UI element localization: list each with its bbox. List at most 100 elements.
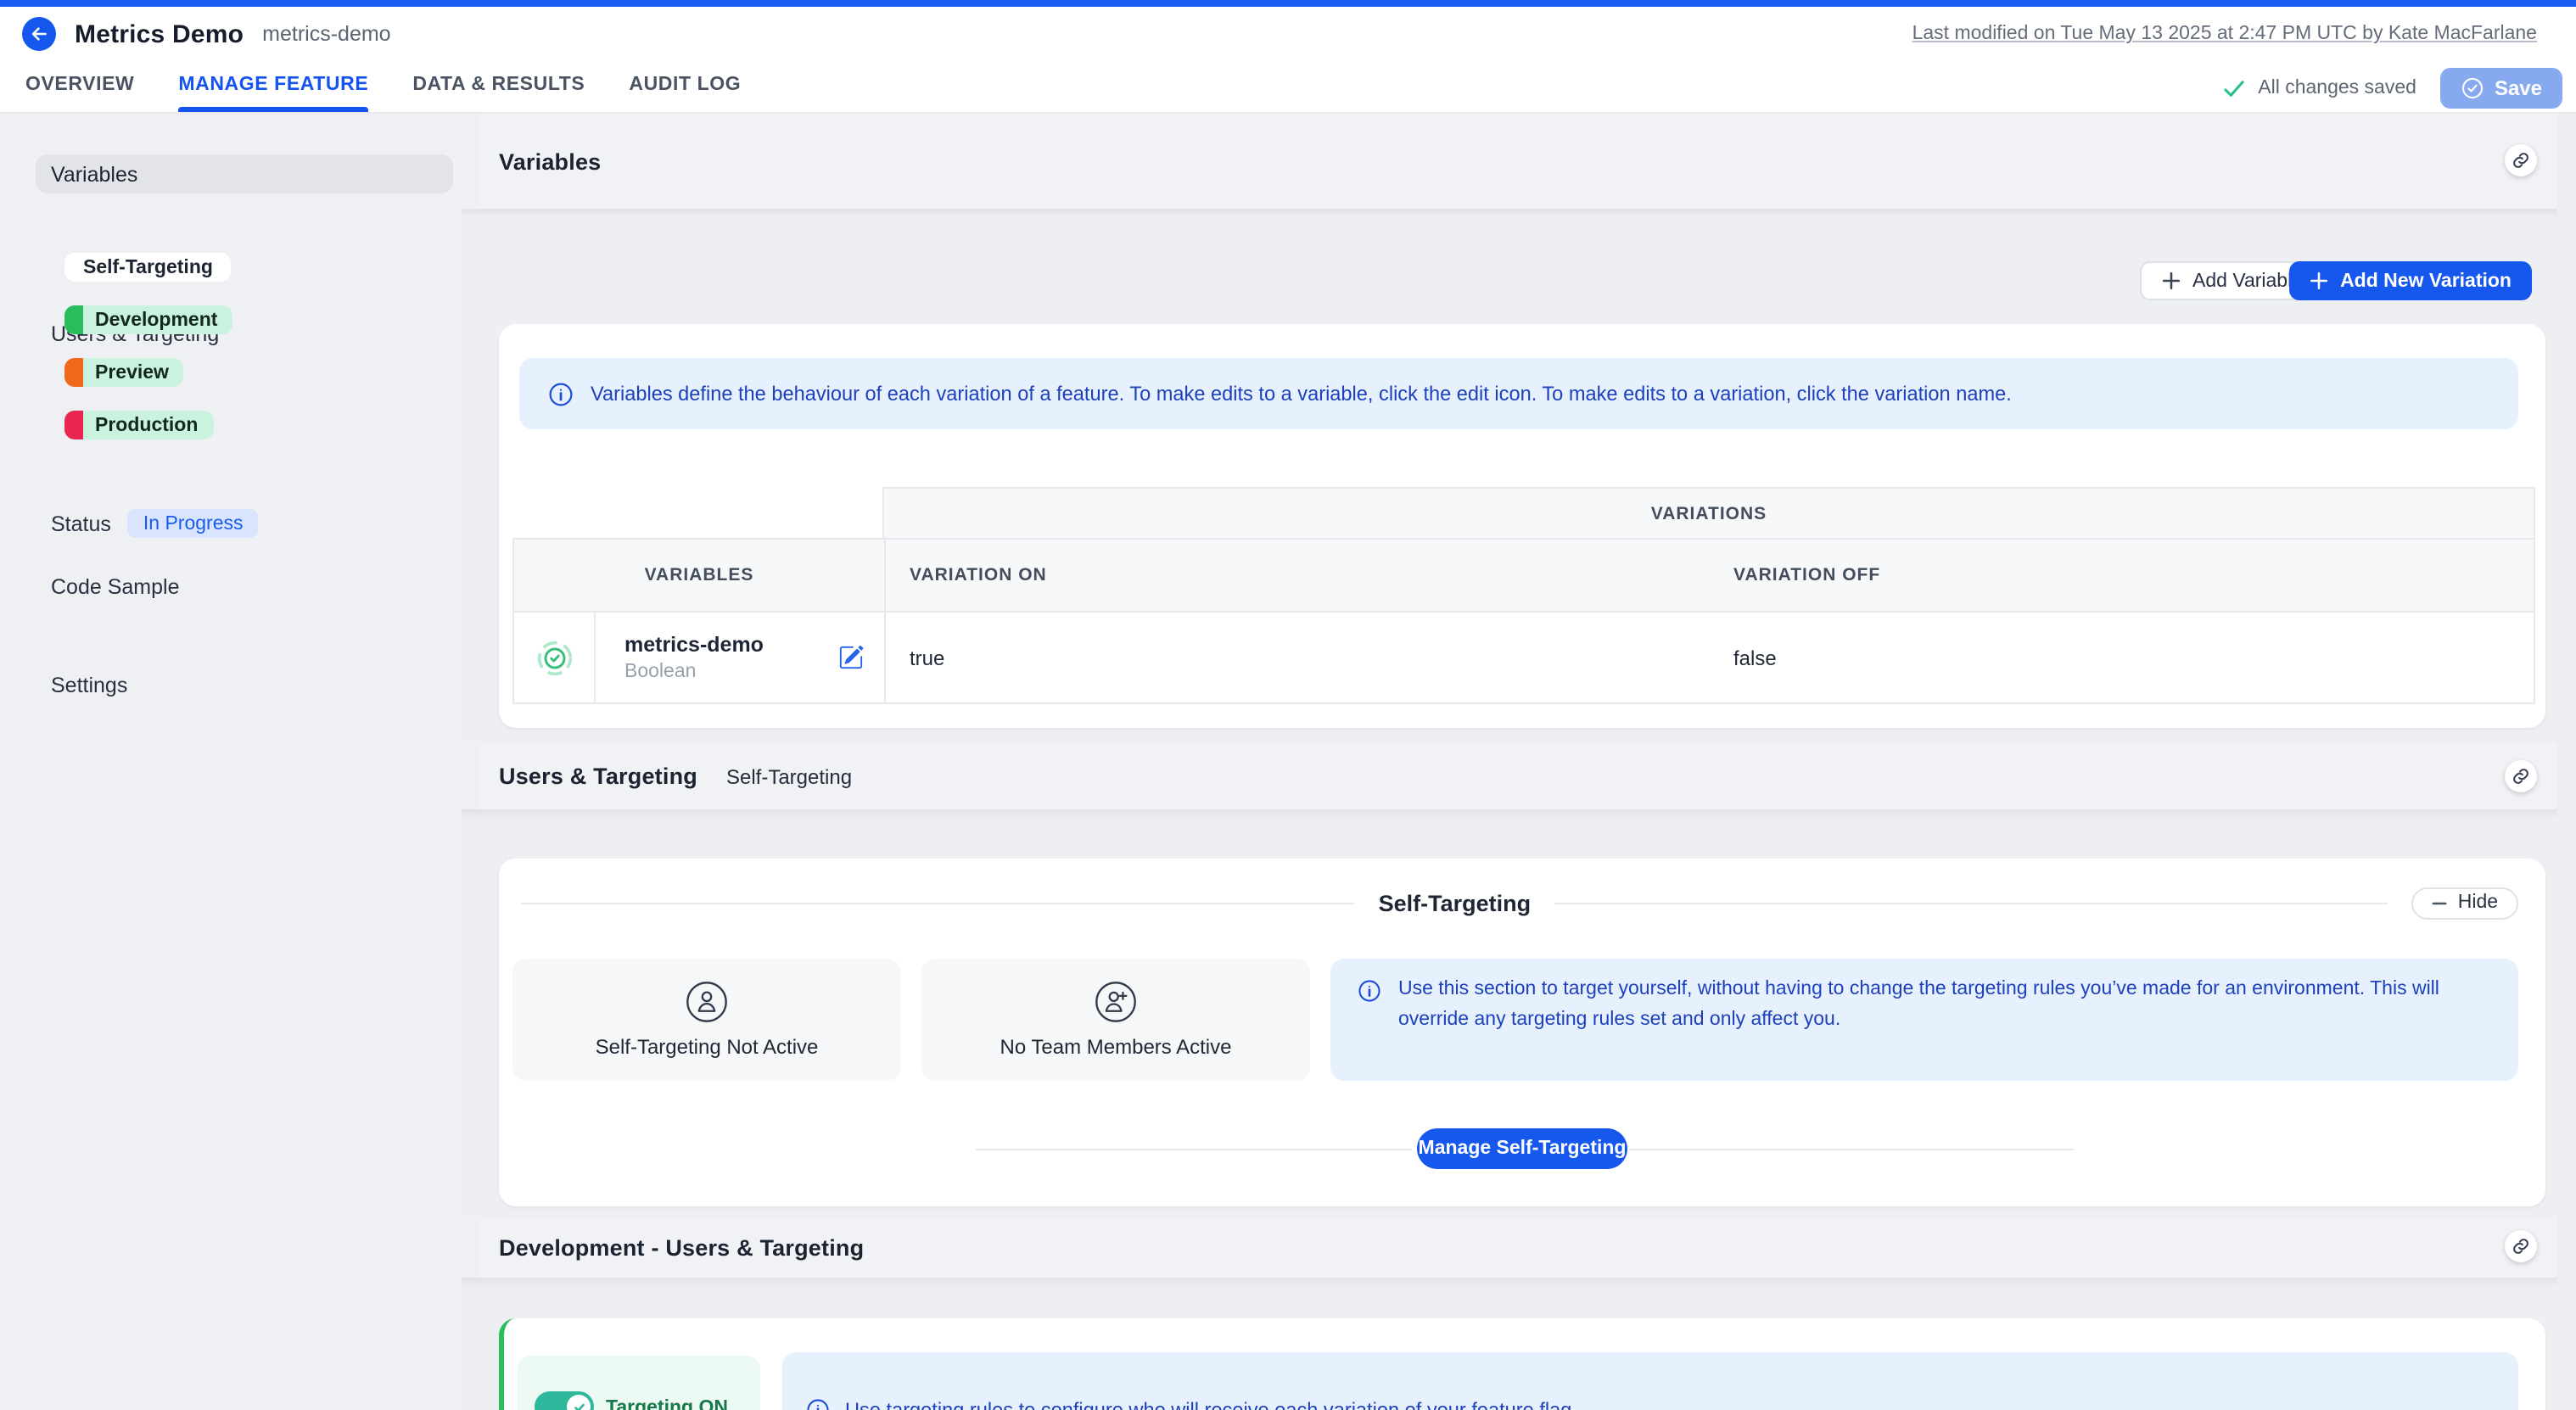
variation-off-header-cell: VARIATION OFF (1710, 540, 2534, 611)
status-label: Status (51, 512, 111, 535)
variables-copy-link-button[interactable] (2505, 144, 2537, 176)
targeting-info-text: Use targeting rules to configure who wil… (845, 1396, 1577, 1410)
variation-on-header-cell: VARIATION ON (884, 540, 1710, 611)
variables-info-text: Variables define the behaviour of each v… (591, 379, 2012, 408)
self-targeting-info-text: Use this section to target yourself, wit… (1398, 976, 2484, 1035)
page-header: Metrics Demo metrics-demo Last modified … (0, 7, 2576, 114)
sidebar-item-code-sample[interactable]: Code Sample (51, 575, 180, 599)
plus-icon (2310, 271, 2328, 290)
title-row: Metrics Demo metrics-demo (22, 17, 391, 51)
table-header-row: VARIABLES VARIATION ON VARIATION OFF (512, 538, 2535, 613)
targeting-status-box: Targeting ON (518, 1356, 760, 1410)
development-section-body: Targeting ON Use targeting rules to conf… (462, 1278, 2576, 1410)
manage-self-targeting-button[interactable]: Manage Self-Targeting (1417, 1128, 1627, 1169)
divider-line (976, 1149, 1412, 1150)
users-targeting-section-title: Users & Targeting (499, 764, 697, 789)
preview-label: Preview (83, 362, 184, 383)
hide-button[interactable]: Hide (2412, 887, 2518, 919)
tab-overview[interactable]: OVERVIEW (25, 75, 134, 112)
feature-key: metrics-demo (262, 22, 390, 46)
top-accent-bar (0, 0, 2576, 7)
info-icon (1358, 976, 1381, 1003)
info-icon (548, 381, 574, 406)
development-copy-link-button[interactable] (2505, 1230, 2537, 1262)
variable-status-cell (514, 613, 596, 702)
team-status-label: No Team Members Active (1000, 1035, 1232, 1059)
self-status-card: Self-Targeting Not Active (512, 959, 901, 1081)
tab-bar: OVERVIEW MANAGE FEATURE DATA & RESULTS A… (25, 75, 741, 112)
variable-identity: metrics-demo Boolean (624, 632, 764, 683)
sidebar-item-variables[interactable]: Variables (36, 154, 453, 193)
circled-check-icon (2461, 76, 2484, 100)
development-label: Development (83, 310, 232, 330)
variable-released-icon (535, 639, 573, 676)
plus-icon (2162, 271, 2181, 290)
link-icon (2512, 1237, 2530, 1256)
save-area: All changes saved Save (2222, 68, 2562, 109)
tab-manage-feature[interactable]: MANAGE FEATURE (178, 75, 368, 112)
info-icon (806, 1396, 830, 1410)
preview-color-bar (64, 358, 83, 387)
sidebar-item-settings[interactable]: Settings (51, 674, 127, 697)
self-status-label: Self-Targeting Not Active (596, 1035, 819, 1059)
variation-on-value: true (884, 613, 1710, 702)
variables-section-header: Variables (479, 114, 2576, 209)
development-section-title: Development - Users & Targeting (499, 1234, 864, 1260)
development-title-row: Development - Users & Targeting (499, 1217, 864, 1278)
status-badge: In Progress (128, 509, 259, 538)
development-section-header: Development - Users & Targeting (479, 1217, 2576, 1278)
save-status-text: All changes saved (2258, 78, 2416, 98)
variables-header-cell: VARIABLES (514, 540, 884, 611)
team-status-card: No Team Members Active (921, 959, 1310, 1081)
variable-name: metrics-demo (624, 632, 764, 657)
divider-line (521, 902, 1355, 904)
self-targeting-panel-header: Self-Targeting Hide (521, 886, 2518, 920)
back-button[interactable] (22, 17, 56, 51)
divider-line (1554, 902, 2388, 904)
variables-section-body: Add Variable Add New Variation Variables… (462, 209, 2576, 743)
divider-line (1629, 1149, 2074, 1150)
sidebar-status-row[interactable]: Status In Progress (51, 509, 259, 538)
add-new-variation-button[interactable]: Add New Variation (2289, 261, 2532, 300)
tab-audit-log[interactable]: AUDIT LOG (629, 75, 741, 112)
vertical-scrollbar[interactable] (2557, 114, 2576, 1410)
variables-card: Variables define the behaviour of each v… (499, 324, 2545, 728)
production-color-bar (64, 411, 83, 439)
sidebar-env-preview[interactable]: Preview (64, 358, 184, 387)
edit-pencil-icon (838, 645, 864, 670)
targeting-info-banner: Use targeting rules to configure who wil… (782, 1352, 2518, 1410)
variables-section-title: Variables (499, 148, 601, 174)
variations-span-row: VARIATIONS (512, 487, 2535, 538)
link-icon (2512, 767, 2530, 786)
hide-button-label: Hide (2458, 892, 2498, 913)
self-targeting-panel-title: Self-Targeting (1379, 890, 1532, 915)
save-button-label: Save (2495, 76, 2542, 100)
variations-header-cell: VARIATIONS (882, 487, 2535, 538)
development-targeting-card: Targeting ON Use targeting rules to conf… (499, 1318, 2545, 1410)
person-icon (686, 981, 728, 1023)
development-color-bar (64, 305, 83, 334)
toggle-knob (567, 1395, 591, 1410)
last-modified-text[interactable]: Last modified on Tue May 13 2025 at 2:47… (1912, 24, 2537, 44)
app-root: Metrics Demo metrics-demo Last modified … (0, 0, 2576, 1410)
users-targeting-section-subtitle: Self-Targeting (726, 764, 852, 788)
person-plus-icon (1095, 981, 1137, 1023)
edit-variable-button[interactable] (838, 645, 864, 670)
users-targeting-copy-link-button[interactable] (2505, 760, 2537, 792)
arrow-left-icon (29, 24, 49, 44)
sidebar: Variables Users & Targeting Self-Targeti… (0, 114, 462, 1410)
add-variable-label: Add Variable (2192, 271, 2303, 291)
targeting-toggle[interactable] (535, 1391, 594, 1410)
save-button[interactable]: Save (2440, 68, 2562, 109)
sidebar-env-production[interactable]: Production (64, 411, 213, 439)
self-targeting-info-banner: Use this section to target yourself, wit… (1330, 959, 2518, 1081)
tab-data-results[interactable]: DATA & RESULTS (412, 75, 585, 112)
variable-table-row: metrics-demo Boolean true false (512, 613, 2535, 704)
sidebar-env-development[interactable]: Development (64, 305, 232, 334)
add-new-variation-label: Add New Variation (2340, 271, 2512, 291)
variables-table: VARIATIONS VARIABLES VARIATION ON VARIAT… (512, 487, 2535, 704)
self-targeting-section-body: Self-Targeting Hide Self-Targeting Not A… (462, 809, 2576, 1217)
sidebar-item-self-targeting[interactable]: Self-Targeting (64, 253, 232, 282)
variable-type: Boolean (624, 659, 764, 683)
variable-name-cell: metrics-demo Boolean (596, 613, 884, 702)
